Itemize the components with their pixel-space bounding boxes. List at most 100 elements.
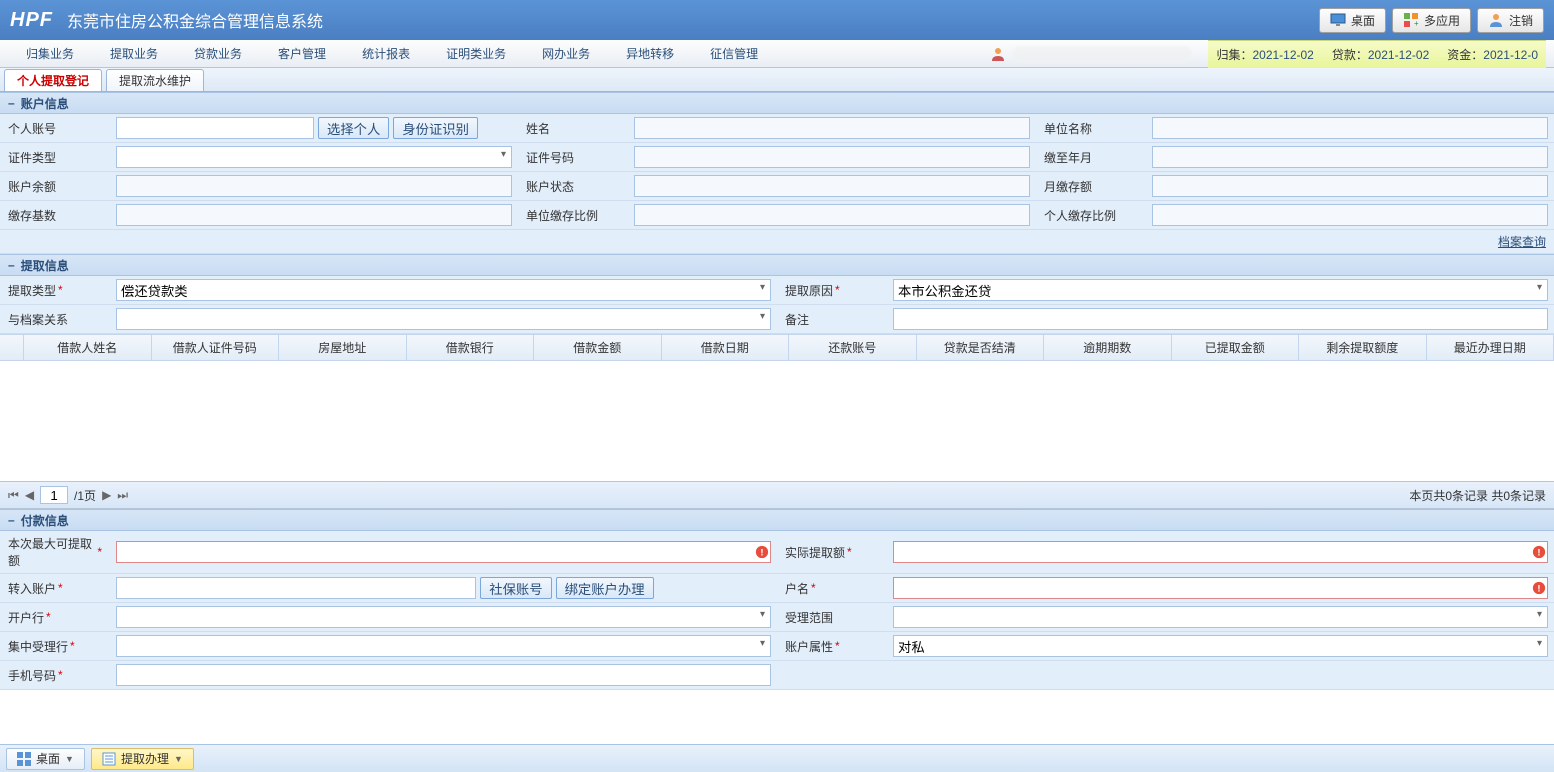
- pager-prev[interactable]: ◀: [25, 488, 34, 502]
- status-zijin-date: 2021-12-0: [1483, 48, 1538, 62]
- select-account-attr[interactable]: [893, 635, 1548, 657]
- select-central-bank[interactable]: [116, 635, 771, 657]
- input-base[interactable]: [116, 204, 512, 226]
- pager-first[interactable]: ⏮: [8, 488, 19, 503]
- menu-tiqu[interactable]: 提取业务: [92, 45, 176, 62]
- app-title: 东莞市住房公积金综合管理信息系统: [67, 8, 323, 32]
- panel-payment-title: – 付款信息: [0, 509, 1554, 531]
- tab-personal-withdraw[interactable]: 个人提取登记: [4, 69, 102, 91]
- app-header: HPF 东莞市住房公积金综合管理信息系统 桌面 + 多应用 注销: [0, 0, 1554, 40]
- th-withdrawn: 已提取金额: [1172, 335, 1300, 360]
- menu-kehu[interactable]: 客户管理: [260, 45, 344, 62]
- menu-wangban[interactable]: 网办业务: [524, 45, 608, 62]
- logout-button[interactable]: 注销: [1477, 8, 1544, 33]
- input-unit-ratio[interactable]: [634, 204, 1030, 226]
- input-actual-amount[interactable]: [893, 541, 1548, 563]
- label-cert-no: 证件号码: [518, 143, 628, 172]
- select-scope[interactable]: [893, 606, 1548, 628]
- withdraw-form: 提取类型 提取原因 与档案关系 备注: [0, 276, 1554, 334]
- taskbar-desktop[interactable]: 桌面 ▼: [6, 748, 85, 770]
- input-personal-account[interactable]: [116, 117, 314, 139]
- select-relation[interactable]: [116, 308, 771, 330]
- label-max-amount: 本次最大可提取额: [0, 531, 110, 574]
- chevron-down-icon: ▼: [174, 754, 183, 764]
- input-name[interactable]: [634, 117, 1030, 139]
- select-withdraw-reason[interactable]: [893, 279, 1548, 301]
- select-cert-type[interactable]: [116, 146, 512, 168]
- menu-tongji[interactable]: 统计报表: [344, 45, 428, 62]
- warning-icon: !: [755, 545, 769, 559]
- input-cert-no[interactable]: [634, 146, 1030, 168]
- collapse-icon[interactable]: –: [8, 513, 15, 527]
- input-transfer-account[interactable]: [116, 577, 476, 599]
- label-account-attr: 账户属性: [777, 632, 887, 661]
- collapse-icon[interactable]: –: [8, 258, 15, 272]
- input-max-amount[interactable]: [116, 541, 771, 563]
- pager-page-input[interactable]: [40, 486, 68, 504]
- panel-payment-title-text: 付款信息: [21, 512, 69, 529]
- input-account-name[interactable]: [893, 577, 1548, 599]
- taskbar: 桌面 ▼ 提取办理 ▼: [0, 744, 1554, 772]
- pager-total: /1页: [74, 487, 96, 504]
- menu-daikuan[interactable]: 贷款业务: [176, 45, 260, 62]
- label-personal-ratio: 个人缴存比例: [1036, 201, 1146, 230]
- input-account-status[interactable]: [634, 175, 1030, 197]
- input-personal-ratio[interactable]: [1152, 204, 1548, 226]
- desktop-button[interactable]: 桌面: [1319, 8, 1386, 33]
- archive-query-link[interactable]: 档案查询: [1498, 233, 1546, 250]
- chevron-down-icon: ▼: [65, 754, 74, 764]
- bind-account-button[interactable]: 绑定账户办理: [556, 577, 654, 599]
- label-name: 姓名: [518, 114, 628, 143]
- label-phone: 手机号码: [0, 661, 110, 690]
- input-unit-name[interactable]: [1152, 117, 1548, 139]
- sub-tabs: 个人提取登记 提取流水维护: [0, 68, 1554, 92]
- input-balance[interactable]: [116, 175, 512, 197]
- menu-zhengming[interactable]: 证明类业务: [428, 45, 524, 62]
- menu-guiji[interactable]: 归集业务: [8, 45, 92, 62]
- th-borrower-name: 借款人姓名: [24, 335, 152, 360]
- apps-button[interactable]: + 多应用: [1392, 8, 1471, 33]
- th-remaining: 剩余提取额度: [1299, 335, 1427, 360]
- select-bank[interactable]: [116, 606, 771, 628]
- pager-last[interactable]: ⏭: [117, 488, 128, 503]
- label-account-name: 户名: [777, 574, 887, 603]
- pager-summary: 本页共0条记录 共0条记录: [1409, 487, 1546, 504]
- th-last-date: 最近办理日期: [1427, 335, 1554, 360]
- pager-next[interactable]: ▶: [102, 488, 111, 502]
- th-loan-date: 借款日期: [662, 335, 790, 360]
- svg-text:+: +: [1414, 19, 1419, 28]
- ssn-button[interactable]: 社保账号: [480, 577, 551, 599]
- loan-table-body: [0, 361, 1554, 481]
- label-remark: 备注: [777, 305, 887, 334]
- select-withdraw-type[interactable]: [116, 279, 771, 301]
- tab-flow-maintain[interactable]: 提取流水维护: [106, 69, 204, 91]
- svg-text:!: !: [760, 548, 763, 559]
- svg-text:!: !: [1537, 584, 1540, 595]
- id-recognize-button[interactable]: 身份证识别: [393, 117, 478, 139]
- form-icon: [102, 752, 116, 766]
- warning-icon: !: [1532, 545, 1546, 559]
- input-paid-to[interactable]: [1152, 146, 1548, 168]
- taskbar-current-label: 提取办理: [121, 750, 169, 767]
- app-logo: HPF: [10, 9, 53, 32]
- panel-account-title: – 账户信息: [0, 92, 1554, 114]
- th-repay-account: 还款账号: [789, 335, 917, 360]
- input-remark[interactable]: [893, 308, 1548, 330]
- input-monthly-amount[interactable]: [1152, 175, 1548, 197]
- loan-table-header: 借款人姓名 借款人证件号码 房屋地址 借款银行 借款金额 借款日期 还款账号 贷…: [0, 334, 1554, 361]
- taskbar-current[interactable]: 提取办理 ▼: [91, 748, 194, 770]
- input-phone[interactable]: [116, 664, 771, 686]
- apps-icon: +: [1403, 12, 1419, 28]
- user-name-redacted: [1012, 46, 1192, 62]
- user-icon: [1488, 12, 1504, 28]
- th-borrower-id: 借款人证件号码: [152, 335, 280, 360]
- select-person-button[interactable]: 选择个人: [318, 117, 389, 139]
- menu-zhengxin[interactable]: 征信管理: [692, 45, 776, 62]
- label-personal-account: 个人账号: [0, 114, 110, 143]
- label-withdraw-reason: 提取原因: [777, 276, 887, 305]
- label-paid-to: 缴至年月: [1036, 143, 1146, 172]
- menu-yidi[interactable]: 异地转移: [608, 45, 692, 62]
- collapse-icon[interactable]: –: [8, 96, 15, 110]
- label-withdraw-type: 提取类型: [0, 276, 110, 305]
- th-loan-amount: 借款金额: [534, 335, 662, 360]
